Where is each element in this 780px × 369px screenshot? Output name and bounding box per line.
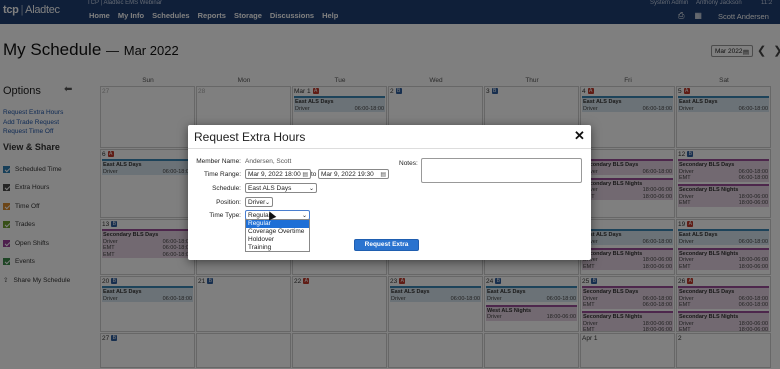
time-type-dropdown: Regular Coverage Overtime Holdover Train… (245, 219, 310, 252)
schedule-select[interactable]: East ALS Days ⌄ (245, 183, 317, 193)
calendar-icon: ▤ (302, 172, 308, 178)
app-window: tcp|Aladtec TCP | Aladtec EMS Webinar Ho… (0, 0, 780, 369)
time-type-option[interactable]: Regular (246, 220, 309, 228)
chevron-down-icon: ⌄ (264, 200, 270, 206)
dialog-title: Request Extra Hours (194, 130, 306, 144)
close-icon[interactable]: ✕ (574, 128, 585, 144)
request-extra-hours-dialog: Request Extra Hours ✕ Member Name: Ander… (188, 125, 591, 260)
notes-textarea[interactable] (421, 158, 582, 183)
time-end-value: Mar 9, 2022 19:30 (321, 171, 374, 178)
position-label: Position: (216, 199, 241, 206)
schedule-value: East ALS Days (248, 185, 292, 192)
time-start-input[interactable]: Mar 9, 2022 18:00 ▤ (245, 169, 311, 179)
chevron-down-icon: ⌄ (308, 186, 314, 192)
member-name-label: Member Name: (196, 158, 241, 165)
notes-label: Notes: (399, 160, 418, 167)
dialog-divider (188, 148, 591, 149)
calendar-icon: ▤ (380, 172, 386, 178)
time-end-input[interactable]: Mar 9, 2022 19:30 ▤ (318, 169, 389, 179)
position-select[interactable]: Driver ⌄ (245, 197, 273, 207)
position-value: Driver (248, 199, 266, 206)
member-name-value: Andersen, Scott (245, 158, 292, 165)
to-label: to (311, 171, 317, 178)
request-extra-hours-button[interactable]: Request Extra Hours (354, 239, 419, 258)
time-type-option[interactable]: Training (246, 244, 309, 252)
chevron-down-icon: ⌄ (301, 213, 307, 219)
time-range-label: Time Range: (204, 171, 241, 178)
schedule-label: Schedule: (212, 185, 241, 192)
time-type-option[interactable]: Holdover (246, 236, 309, 244)
time-type-option[interactable]: Coverage Overtime (246, 228, 309, 236)
time-start-value: Mar 9, 2022 18:00 (248, 171, 301, 178)
time-type-label: Time Type: (209, 212, 241, 219)
